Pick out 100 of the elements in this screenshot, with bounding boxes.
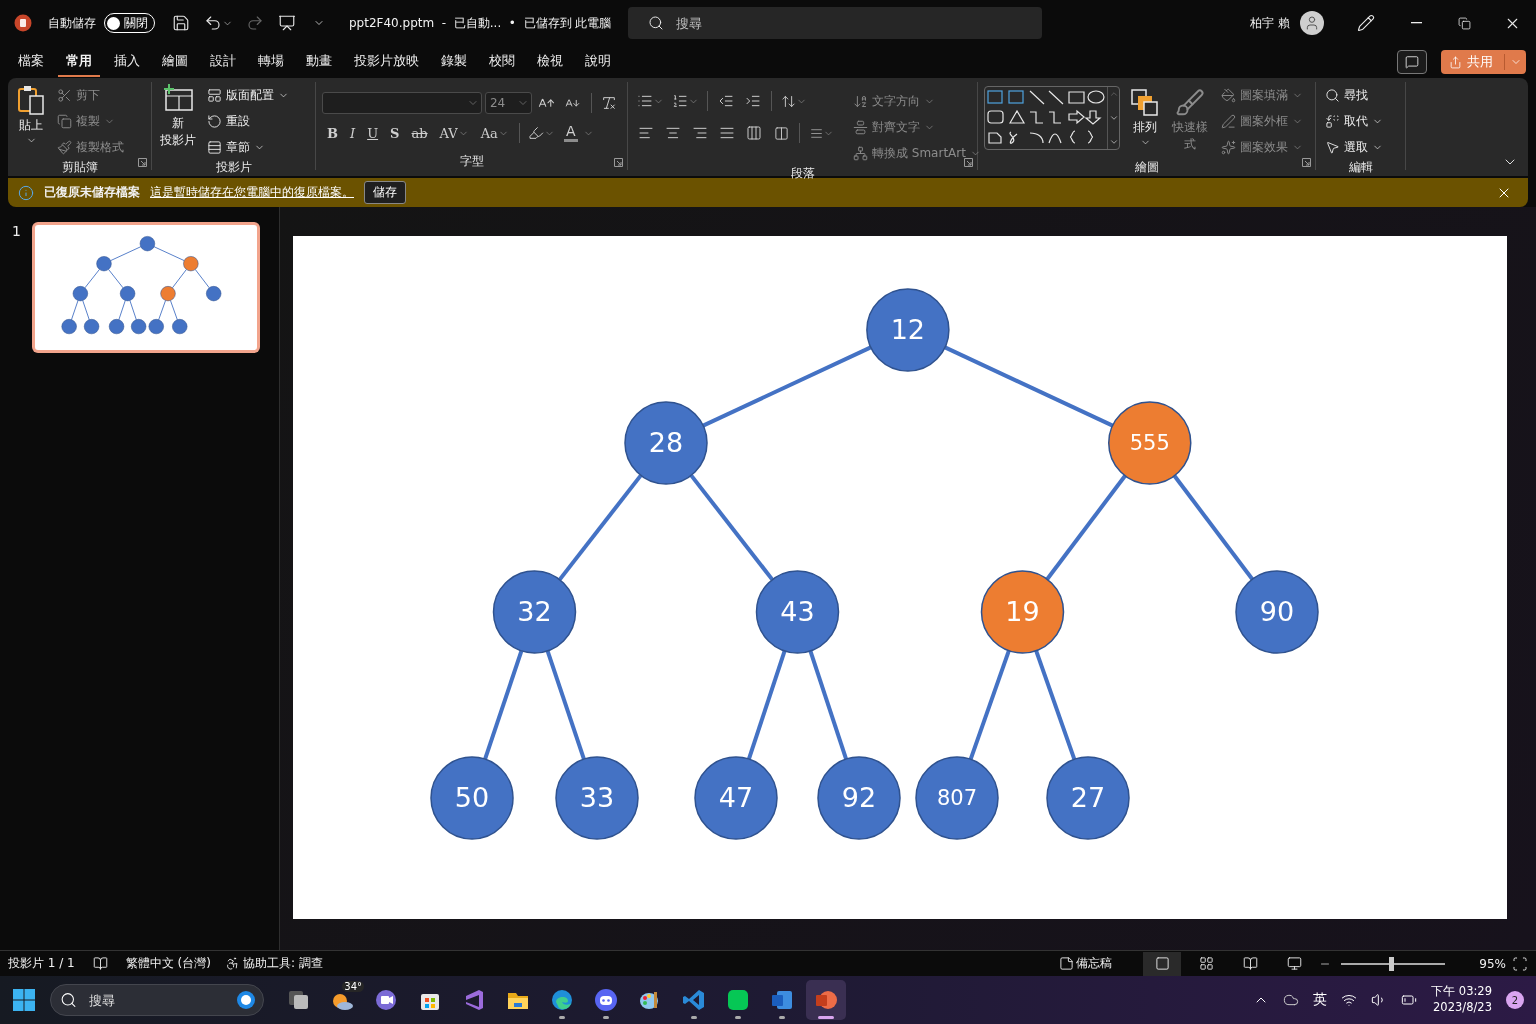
menu-tab[interactable]: 轉場: [250, 47, 292, 77]
arrange-button[interactable]: 排列: [1128, 82, 1162, 160]
tree-node: 807: [915, 756, 999, 840]
zoom-thumb[interactable]: [1389, 956, 1395, 971]
ribbon-button[interactable]: 取代: [1322, 108, 1386, 134]
font-color-button[interactable]: A: [560, 120, 581, 146]
menu-tab[interactable]: 插入: [106, 47, 148, 77]
dialog-launcher-icon[interactable]: [138, 158, 147, 167]
tree-node: 90: [1235, 570, 1319, 654]
ribbon-button[interactable]: 尋找: [1322, 82, 1386, 108]
group-label: 投影片: [214, 160, 253, 175]
wifi-icon[interactable]: [1341, 992, 1358, 1008]
fit-slide-icon[interactable]: [1512, 955, 1528, 972]
app-icon: [286, 988, 310, 1012]
highlighter-icon: [528, 125, 545, 141]
avatar-icon[interactable]: [1300, 11, 1324, 35]
paint-bucket-icon: [1221, 87, 1236, 103]
replace-icon: [1325, 113, 1340, 129]
menu-tab[interactable]: 檔案: [10, 47, 52, 77]
undo-icon: [203, 14, 222, 32]
paste-button[interactable]: 貼上: [14, 82, 48, 160]
indent-increase-icon: [745, 93, 761, 109]
format-button[interactable]: AV: [434, 120, 474, 146]
scissors-icon: [57, 87, 72, 103]
view-button[interactable]: [1143, 951, 1182, 976]
menu-tab[interactable]: 投影片放映: [346, 47, 427, 77]
ribbon-button[interactable]: 選取: [1322, 134, 1386, 160]
group-label: 剪貼簿: [60, 160, 99, 175]
smartart-icon: [853, 145, 868, 161]
menu-tab[interactable]: 檢視: [529, 47, 571, 77]
format-button[interactable]: S: [385, 120, 405, 146]
menu-tab[interactable]: 說明: [577, 47, 619, 77]
distribute-icon: [746, 125, 762, 141]
ribbon-button[interactable]: 章節: [204, 134, 292, 160]
format-button[interactable]: U: [362, 120, 384, 146]
windows-start-icon[interactable]: [12, 988, 36, 1012]
info-title: 已復原未儲存檔案: [44, 184, 140, 201]
app-icon: [726, 988, 750, 1012]
comments-button[interactable]: [1397, 50, 1427, 74]
search-field[interactable]: 搜尋: [628, 7, 1042, 39]
clock-time[interactable]: 下午 03:29: [1431, 984, 1492, 1000]
accessibility-status[interactable]: 協助工具: 調查: [242, 955, 323, 972]
scroll-up-icon: [1108, 89, 1119, 99]
paste-icon: [16, 84, 46, 116]
clock-date[interactable]: 2023/8/23: [1433, 1000, 1492, 1016]
dialog-launcher-icon[interactable]: [964, 158, 973, 167]
menu-tab[interactable]: 設計: [202, 47, 244, 77]
minimize-icon: [1410, 22, 1422, 24]
info-icon: [18, 184, 34, 201]
save-recovered-button[interactable]: 儲存: [364, 181, 406, 204]
group-label: 字型: [458, 154, 485, 170]
tree-node: 50: [430, 756, 514, 840]
slide-number: 1: [12, 223, 21, 239]
format-button[interactable]: ab: [406, 120, 433, 146]
numbered-list-icon: [671, 93, 688, 109]
menu-tab[interactable]: 校閱: [481, 47, 523, 77]
search-icon: [648, 15, 664, 31]
format-button[interactable]: I: [345, 120, 361, 146]
justify-icon: [719, 125, 735, 141]
arrange-icon: [1130, 88, 1160, 118]
ribbon-button[interactable]: 版面配置: [204, 82, 292, 108]
input-method[interactable]: 英: [1313, 991, 1328, 1009]
font-size-field[interactable]: 24: [484, 92, 532, 114]
app-logo-icon: [14, 14, 32, 32]
tree-node: 47: [694, 756, 778, 840]
clear-format-icon: [601, 95, 618, 111]
taskbar-app[interactable]: 34°: [322, 980, 362, 1020]
font-name-field[interactable]: [322, 92, 482, 114]
recovery-link[interactable]: 這是暫時儲存在您電腦中的復原檔案。: [150, 184, 354, 201]
brush-icon: [1175, 88, 1205, 118]
language-label[interactable]: 繁體中文 (台灣): [125, 955, 211, 972]
more-icon: [1108, 137, 1119, 147]
format-button[interactable]: B: [322, 120, 343, 146]
shapes-gallery-drawing[interactable]: [985, 87, 1107, 147]
format-button[interactable]: Aa: [475, 120, 514, 146]
menu-tab[interactable]: 繪圖: [154, 47, 196, 77]
lines-icon: [810, 126, 823, 140]
tree-node: 43: [755, 570, 840, 654]
taskbar-search-field[interactable]: 搜尋: [50, 984, 264, 1016]
user-name: 柏宇 賴: [1250, 14, 1290, 32]
tree-node: 27: [1046, 756, 1130, 840]
redo-icon: [246, 14, 264, 32]
notes-button[interactable]: 備忘稿: [1053, 950, 1118, 977]
shapes-gallery[interactable]: [984, 86, 1120, 150]
user-icon: [1304, 15, 1320, 31]
battery-icon[interactable]: [1401, 992, 1418, 1008]
new-slide-button[interactable]: 新 投影片: [158, 82, 198, 160]
notification-badge[interactable]: 2: [1506, 991, 1524, 1009]
zoom-percent[interactable]: 95%: [1479, 956, 1506, 971]
taskbar-app[interactable]: [806, 980, 846, 1020]
menu-tab[interactable]: 錄製: [433, 47, 475, 77]
tree-node: 28: [624, 401, 708, 485]
dialog-launcher-icon[interactable]: [614, 158, 623, 167]
search-icon: [60, 991, 77, 1009]
group-label: 繪圖: [1133, 160, 1160, 175]
ribbon-button[interactable]: 重設: [204, 108, 292, 134]
menu-tab[interactable]: 動畫: [298, 47, 340, 77]
slide-thumbnail[interactable]: [32, 223, 259, 352]
cloud-icon[interactable]: [1283, 992, 1300, 1008]
dialog-launcher-icon[interactable]: [1302, 158, 1311, 167]
